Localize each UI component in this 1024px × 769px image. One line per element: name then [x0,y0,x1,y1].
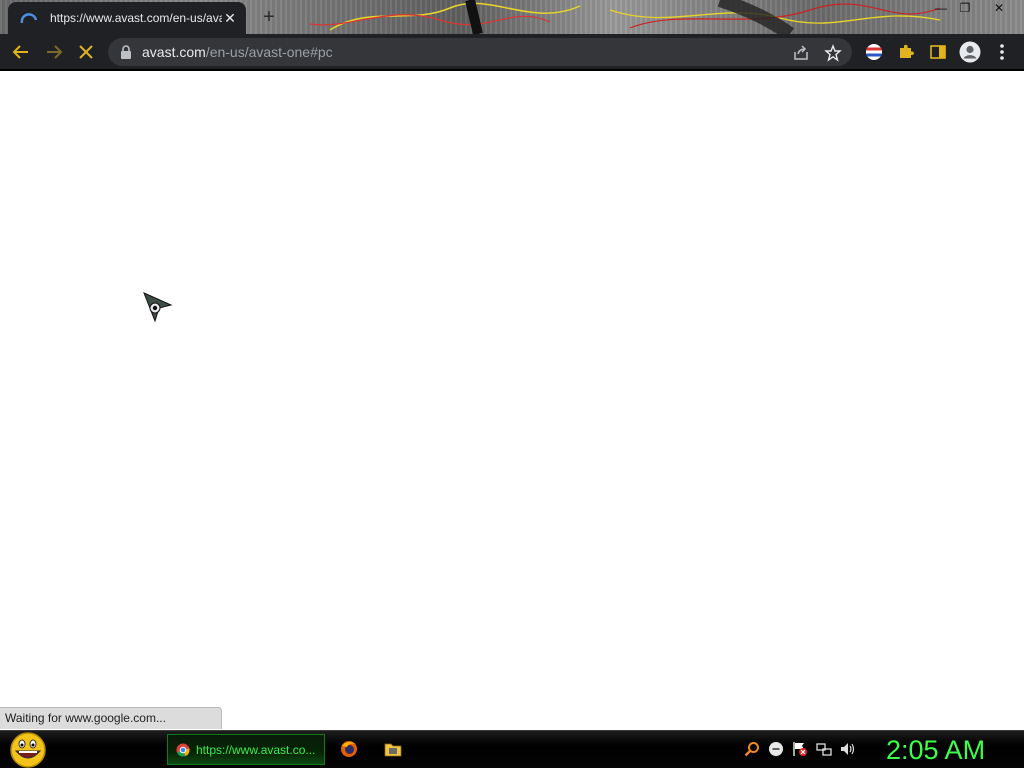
side-panel-button[interactable] [926,40,950,64]
browser-toolbar: avast.com/en-us/avast-one#pc [0,34,1024,70]
stop-x-icon [79,45,93,59]
extension-vpn-button[interactable] [862,40,886,64]
taskbar-clock[interactable]: 2:05 AM [886,734,1018,766]
firefox-icon[interactable] [340,740,358,758]
volume-icon[interactable] [840,741,856,757]
status-bubble: Waiting for www.google.com... [0,707,222,729]
lock-icon [121,45,131,59]
stop-loading-button[interactable] [74,40,98,64]
window-title-bar[interactable]: https://www.avast.com/en-us/avast-one#pc… [0,0,1024,34]
puzzle-piece-icon [900,44,914,58]
search-magnifier-icon[interactable] [744,741,760,757]
action-center-flag-icon[interactable] [792,741,808,757]
bookmark-star-icon[interactable] [824,44,842,62]
loading-spinner-icon [20,13,38,24]
share-icon[interactable] [792,44,810,62]
start-button-smiley-icon[interactable] [8,731,48,769]
extensions-button[interactable] [894,40,918,64]
chrome-icon [176,743,190,756]
forward-arrow-icon [47,45,63,59]
close-window-button[interactable]: ✕ [986,0,1012,18]
browser-tab[interactable]: https://www.avast.com/en-us/avast-one#pc… [8,2,246,34]
wallpaper-scribble-decoration [309,0,940,34]
tab-close-icon[interactable]: ✕ [222,10,238,27]
kebab-menu-icon [1000,44,1004,60]
address-bar[interactable]: avast.com/en-us/avast-one#pc [108,38,852,66]
network-icon[interactable] [816,741,832,757]
new-tab-button[interactable]: + [258,6,280,28]
tab-title: https://www.avast.com/en-us/avast-one#pc [50,11,222,25]
back-arrow-icon [12,45,28,59]
forward-button[interactable] [42,40,66,64]
profile-avatar-icon [959,41,981,63]
flag-globe-icon [866,44,882,60]
taskbar: https://www.avast.co... 2:05 AM [0,730,1024,768]
page-content-area[interactable] [0,71,1024,730]
restore-button[interactable]: ❐ [952,0,978,18]
taskbar-chrome-window[interactable]: https://www.avast.co... [167,734,325,765]
taskbar-chrome-label: https://www.avast.co... [196,742,316,757]
file-explorer-icon[interactable] [384,740,402,758]
browser-menu-button[interactable] [990,40,1014,64]
back-button[interactable] [9,40,33,64]
side-panel-icon [930,45,946,59]
address-url: avast.com/en-us/avast-one#pc [142,44,333,60]
notification-icon[interactable] [768,741,784,757]
profile-button[interactable] [958,40,982,64]
address-path: /en-us/avast-one#pc [205,44,333,60]
minimize-button[interactable]: — [928,0,954,18]
busy-cursor-icon [143,292,173,322]
address-host: avast.com [142,44,206,60]
